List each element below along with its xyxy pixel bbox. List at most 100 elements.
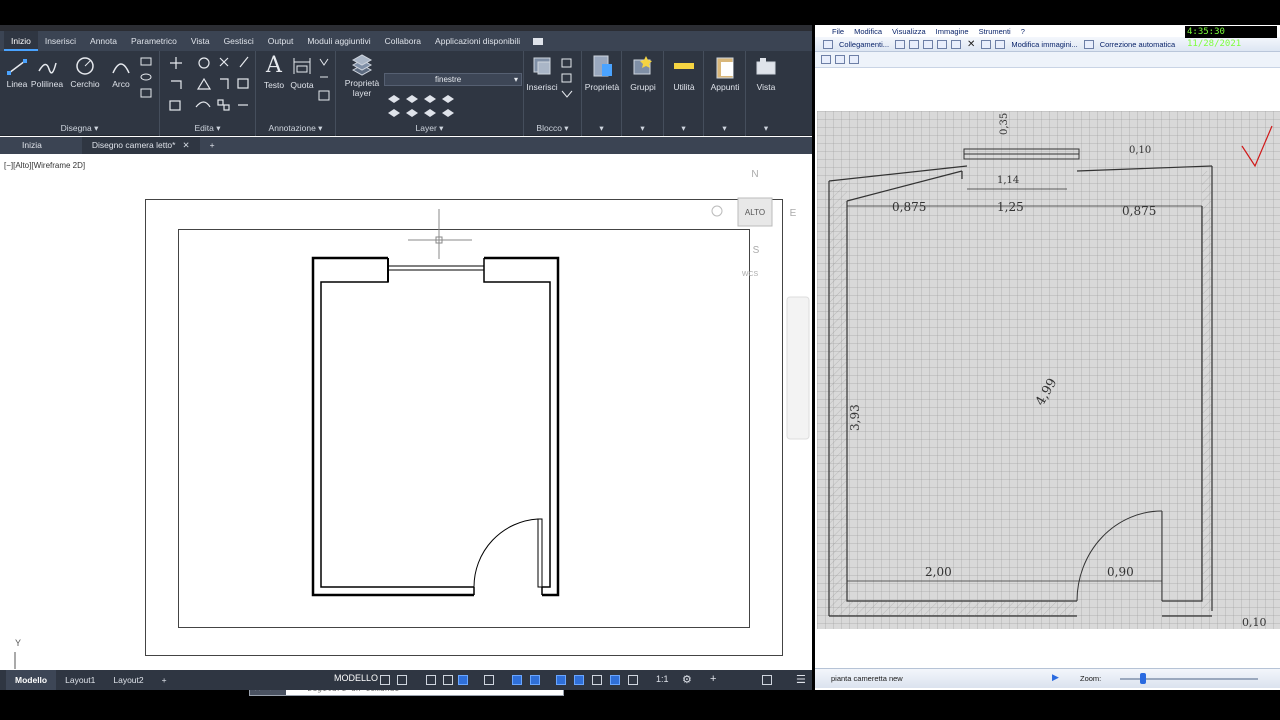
ribbon-tab-inizio[interactable]: Inizio bbox=[4, 31, 38, 51]
snap-icon[interactable] bbox=[397, 675, 407, 685]
panel-gruppi-dropdown[interactable]: ▾ bbox=[622, 123, 663, 134]
viewer-menu-strumenti[interactable]: Strumenti bbox=[974, 27, 1016, 36]
ribbon-tab-applicazioni[interactable]: Applicazioni disponibili bbox=[428, 31, 527, 51]
edit-tool-icons[interactable] bbox=[168, 55, 252, 115]
add-layout-plus-icon[interactable]: + bbox=[153, 670, 176, 690]
draw-small-icons[interactable] bbox=[140, 57, 156, 107]
play-slideshow-icon[interactable]: ▶ bbox=[1052, 672, 1059, 683]
drawing-viewport[interactable]: [−][Alto][Wireframe 2D] ALTO N E S WCS Y… bbox=[0, 154, 812, 696]
compass-south[interactable]: S bbox=[753, 245, 760, 256]
save-icon[interactable] bbox=[895, 39, 906, 49]
polar-icon[interactable] bbox=[443, 675, 453, 685]
isometric-icon[interactable] bbox=[484, 675, 494, 685]
layer-tool-icons[interactable] bbox=[386, 91, 466, 119]
viewer-menu-visualizza[interactable]: Visualizza bbox=[887, 27, 931, 36]
model-space-button[interactable]: MODELLO bbox=[334, 673, 378, 683]
tool-polilinea[interactable]: Polilinea bbox=[30, 55, 64, 89]
ribbon-tab-gestisci[interactable]: Gestisci bbox=[217, 31, 261, 51]
tool-proprieta[interactable]: Proprietà bbox=[584, 54, 620, 92]
panel-blocco-label[interactable]: Blocco ▾ bbox=[524, 123, 581, 134]
filmstrip-view-icon[interactable] bbox=[835, 55, 845, 64]
status-tab-layout1[interactable]: Layout1 bbox=[56, 670, 104, 690]
tool-arco[interactable]: Arco bbox=[106, 55, 136, 89]
panel-appunti-dropdown[interactable]: ▾ bbox=[704, 123, 745, 134]
links-button[interactable]: Collegamenti... bbox=[835, 40, 893, 49]
compass-east[interactable]: E bbox=[790, 208, 797, 219]
transparency-icon[interactable] bbox=[556, 675, 566, 685]
layer-dropdown[interactable]: finestre ▾ bbox=[384, 73, 522, 86]
rotate-left-icon[interactable] bbox=[981, 39, 992, 49]
panel-proprieta-dropdown[interactable]: ▾ bbox=[582, 123, 621, 134]
ribbon-tab-annota[interactable]: Annota bbox=[83, 31, 124, 51]
gear-icon[interactable]: ⚙ bbox=[682, 673, 692, 686]
navigation-bar[interactable] bbox=[786, 296, 810, 440]
paste-icon[interactable] bbox=[951, 39, 962, 49]
annotation-scale[interactable]: 1:1 bbox=[656, 674, 669, 684]
annotation-visibility-icon[interactable] bbox=[610, 675, 620, 685]
dynamic-ucs-icon[interactable] bbox=[592, 675, 602, 685]
ribbon-tab-parametrico[interactable]: Parametrico bbox=[124, 31, 184, 51]
tool-inserisci[interactable]: Inserisci bbox=[526, 54, 558, 92]
auto-correct-button[interactable]: Correzione automatica bbox=[1096, 40, 1179, 49]
ribbon-tab-output[interactable]: Output bbox=[261, 31, 301, 51]
viewcube-top-label[interactable]: ALTO bbox=[745, 208, 765, 217]
doc-tab-inizia[interactable]: Inizia bbox=[0, 137, 82, 154]
rotate-right-icon[interactable] bbox=[995, 39, 1006, 49]
viewer-menu-immagine[interactable]: Immagine bbox=[931, 27, 974, 36]
selection-cycling-icon[interactable] bbox=[574, 675, 584, 685]
print-icon[interactable] bbox=[909, 39, 920, 49]
ribbon-tab-inserisci[interactable]: Inserisci bbox=[38, 31, 83, 51]
thumbnail-view-icon[interactable] bbox=[821, 55, 831, 64]
fullscreen-icon[interactable] bbox=[762, 675, 772, 685]
annotation-small-icons[interactable] bbox=[318, 57, 332, 107]
ortho-icon[interactable] bbox=[426, 675, 436, 685]
tool-proprieta-layer[interactable]: Proprietà layer bbox=[342, 54, 382, 98]
tool-cerchio[interactable]: Cerchio bbox=[68, 55, 102, 89]
panel-disegna-label[interactable]: Disegna ▾ bbox=[0, 123, 159, 134]
dimension-icon bbox=[293, 58, 311, 74]
wcs-label[interactable]: WCS bbox=[742, 271, 759, 278]
tool-gruppi[interactable]: Gruppi bbox=[624, 54, 662, 92]
tracking-icon[interactable] bbox=[512, 675, 522, 685]
doc-tab-disegno[interactable]: Disegno camera letto* ✕ bbox=[81, 137, 200, 154]
tool-linea[interactable]: Linea bbox=[4, 55, 30, 89]
copy-icon[interactable] bbox=[923, 39, 934, 49]
panel-annotazione-label[interactable]: Annotazione ▾ bbox=[256, 123, 335, 134]
panel-vista-dropdown[interactable]: ▾ bbox=[746, 123, 786, 134]
osnap-icon[interactable] bbox=[458, 675, 468, 685]
lineweight-icon[interactable] bbox=[530, 675, 540, 685]
ribbon-tab-moduli[interactable]: Moduli aggiuntivi bbox=[300, 31, 377, 51]
tool-quota[interactable]: Quota bbox=[288, 54, 316, 90]
status-tab-modello[interactable]: Modello bbox=[6, 670, 57, 690]
status-tab-layout2[interactable]: Layout2 bbox=[104, 670, 152, 690]
cut-icon[interactable] bbox=[937, 39, 948, 49]
ribbon-tab-collabora[interactable]: Collabora bbox=[378, 31, 428, 51]
tool-appunti[interactable]: Appunti bbox=[706, 54, 744, 92]
tool-vista[interactable]: Vista bbox=[748, 54, 784, 92]
single-view-icon[interactable] bbox=[849, 55, 859, 64]
tool-testo[interactable]: A Testo bbox=[260, 54, 288, 91]
panel-annotazione: A Testo Quota Annotazione ▾ bbox=[256, 51, 336, 136]
add-icon[interactable]: + bbox=[710, 673, 716, 685]
ribbon-tab-vista[interactable]: Vista bbox=[184, 31, 217, 51]
viewer-menu-help[interactable]: ? bbox=[1016, 27, 1030, 36]
viewer-menu-file[interactable]: File bbox=[827, 27, 849, 36]
autoscale-icon[interactable] bbox=[628, 675, 638, 685]
tool-utilita[interactable]: Utilità bbox=[666, 54, 702, 92]
edit-image-button[interactable]: Modifica immagini... bbox=[1007, 40, 1081, 49]
delete-icon[interactable]: ✕ bbox=[963, 39, 979, 50]
grid-icon[interactable] bbox=[380, 675, 390, 685]
panel-utilita-dropdown[interactable]: ▾ bbox=[664, 123, 703, 134]
home-icon[interactable] bbox=[711, 205, 723, 217]
panel-edita-label[interactable]: Edita ▾ bbox=[160, 123, 255, 134]
customize-menu-icon[interactable]: ☰ bbox=[796, 673, 806, 686]
block-small-icons[interactable] bbox=[560, 57, 576, 101]
zoom-slider-thumb[interactable] bbox=[1140, 673, 1146, 684]
close-icon[interactable]: ✕ bbox=[182, 140, 189, 150]
viewer-menu-modifica[interactable]: Modifica bbox=[849, 27, 887, 36]
panel-layer-label[interactable]: Layer ▾ bbox=[336, 123, 523, 134]
viewcube[interactable]: ALTO N E S WCS bbox=[711, 169, 797, 278]
compass-north[interactable]: N bbox=[751, 169, 758, 180]
ribbon-tab-more-icon[interactable] bbox=[533, 37, 544, 45]
new-tab-plus-icon[interactable]: + bbox=[200, 137, 225, 154]
